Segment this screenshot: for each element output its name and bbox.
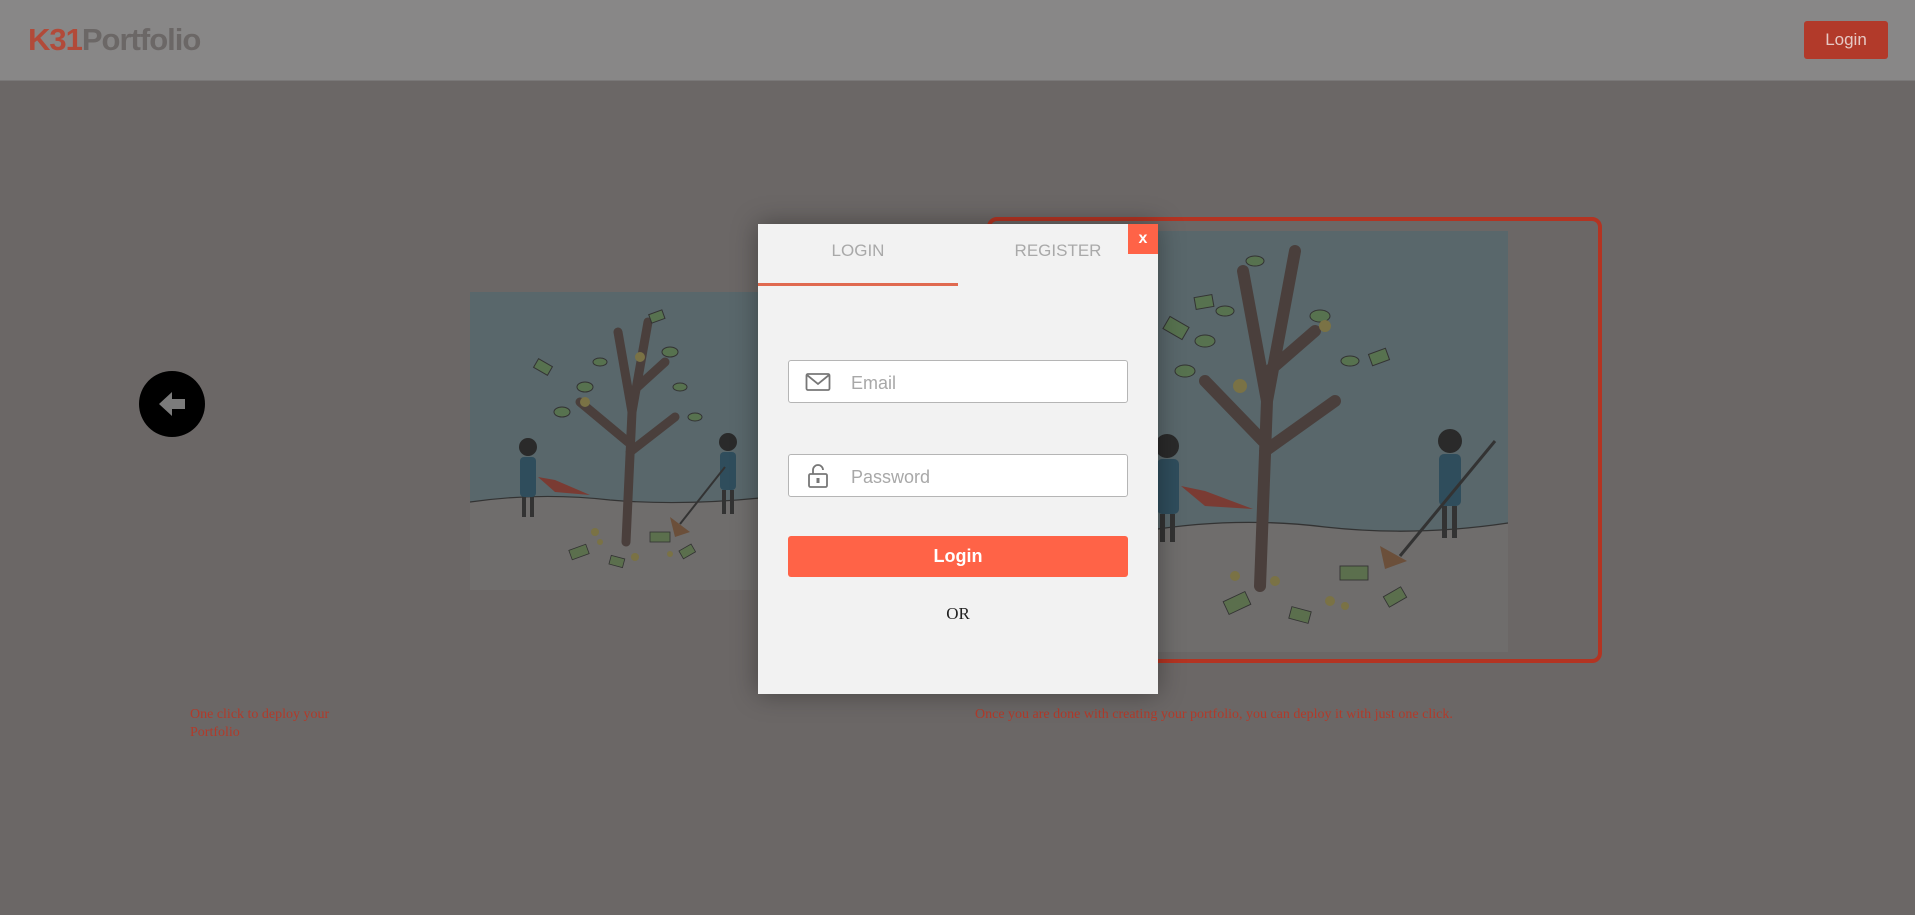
money-tree-illustration: [470, 292, 760, 590]
email-field[interactable]: [788, 360, 1128, 403]
password-input[interactable]: [849, 463, 1113, 491]
slide-illustration-left: [470, 292, 760, 590]
login-submit-button[interactable]: Login: [788, 536, 1128, 577]
header-login-button[interactable]: Login: [1804, 21, 1888, 59]
email-input[interactable]: [849, 369, 1113, 397]
mail-icon: [805, 373, 831, 391]
login-modal: x LOGIN REGISTER Login OR: [758, 224, 1158, 694]
or-divider: OR: [946, 604, 970, 623]
money-tree-illustration: [1145, 231, 1508, 652]
tab-login[interactable]: LOGIN: [758, 224, 958, 286]
logo-prefix: K31: [28, 22, 83, 57]
lock-icon: [808, 464, 828, 488]
slide-caption-right: Once you are done with creating your por…: [975, 707, 1453, 722]
site-logo[interactable]: K31Portfolio: [28, 22, 201, 58]
tab-register[interactable]: REGISTER: [958, 224, 1158, 286]
top-navbar: K31Portfolio Login: [0, 0, 1915, 81]
logo-suffix: Portfolio: [81, 22, 201, 57]
slide-illustration-right: [1145, 231, 1508, 652]
password-field[interactable]: [788, 454, 1128, 497]
arrow-left-icon: [159, 392, 185, 416]
slide-caption-left: One click to deploy your Portfolio: [190, 707, 330, 740]
carousel-prev-button[interactable]: [139, 371, 205, 437]
